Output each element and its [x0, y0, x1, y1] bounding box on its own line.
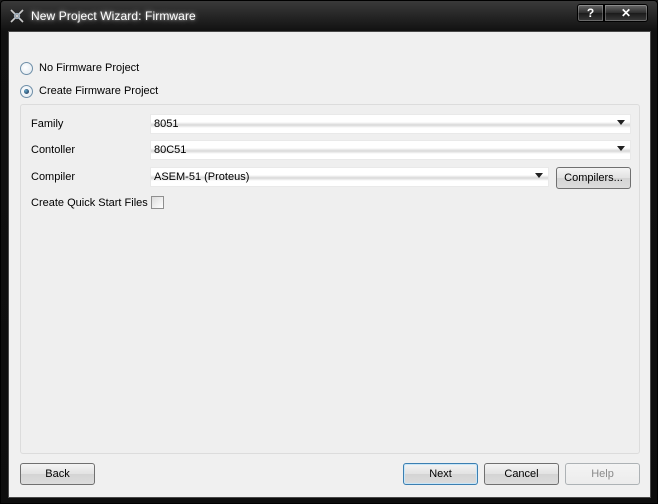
firmware-settings-panel: Family 8051 Contoller 80C51 Compiler ASE… [20, 104, 640, 454]
no-firmware-option[interactable]: No Firmware Project [20, 60, 139, 76]
create-firmware-label: Create Firmware Project [39, 85, 159, 97]
compiler-value: ASEM-51 (Proteus) [154, 171, 250, 183]
family-label: Family [31, 118, 64, 130]
help-button: Help [565, 463, 640, 485]
no-firmware-radio[interactable] [20, 61, 33, 75]
quick-start-checkbox[interactable] [151, 196, 164, 209]
chevron-down-icon [535, 173, 543, 178]
create-firmware-option[interactable]: Create Firmware Project [20, 83, 158, 99]
create-firmware-radio[interactable] [20, 84, 33, 98]
chevron-down-icon [617, 120, 625, 125]
chevron-down-icon [617, 146, 625, 151]
compiler-label: Compiler [31, 171, 76, 183]
quick-start-label: Create Quick Start Files [31, 197, 148, 209]
window-title: New Project Wizard: Firmware [31, 9, 196, 23]
compiler-select[interactable]: ASEM-51 (Proteus) [150, 167, 549, 187]
back-button[interactable]: Back [20, 463, 95, 485]
next-button[interactable]: Next [403, 463, 478, 485]
controller-value: 80C51 [154, 144, 187, 156]
family-select[interactable]: 8051 [150, 114, 631, 134]
app-icon [10, 9, 24, 23]
compilers-button[interactable]: Compilers... [556, 167, 631, 189]
wizard-content: No Firmware Project Create Firmware Proj… [8, 31, 651, 498]
no-firmware-label: No Firmware Project [39, 62, 140, 74]
family-value: 8051 [154, 118, 179, 130]
controller-label: Contoller [31, 144, 76, 156]
close-button[interactable]: ✕ [604, 4, 648, 22]
controller-select[interactable]: 80C51 [150, 140, 631, 160]
wizard-window: New Project Wizard: Firmware ? ✕ No Firm… [0, 0, 658, 504]
title-bar[interactable]: New Project Wizard: Firmware ? ✕ [1, 1, 657, 31]
help-title-button[interactable]: ? [577, 4, 604, 22]
cancel-button[interactable]: Cancel [484, 463, 559, 485]
